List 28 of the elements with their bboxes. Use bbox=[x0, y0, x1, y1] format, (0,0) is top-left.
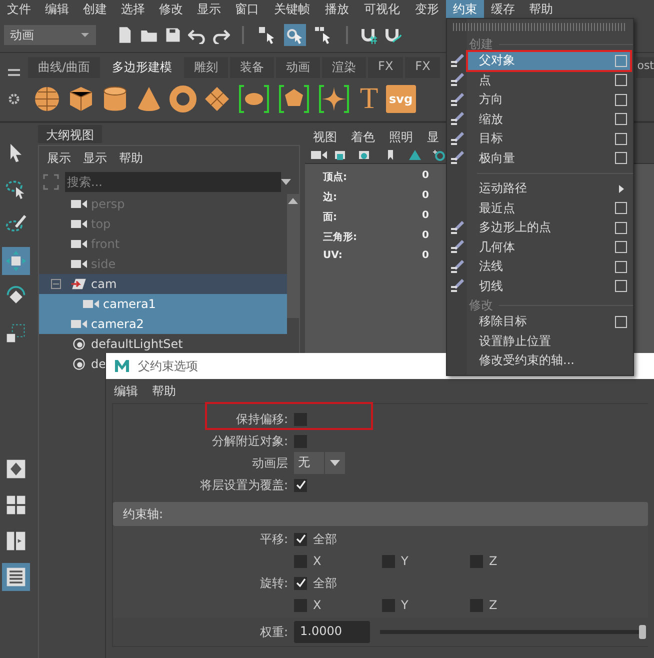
stat-value: 0 bbox=[421, 190, 429, 203]
field-label: 分解附近对象: bbox=[210, 432, 288, 450]
stat-value: 0 bbox=[421, 230, 429, 243]
checkbox-label: X bbox=[313, 554, 322, 568]
field-label: 保持偏移: bbox=[234, 410, 288, 428]
field-label: 平移: bbox=[258, 530, 288, 548]
stat-label: 边: bbox=[323, 190, 338, 204]
stat-label: 面: bbox=[323, 211, 338, 224]
checkbox-label: 全部 bbox=[313, 530, 337, 548]
checkbox-label: Y bbox=[401, 598, 408, 612]
field-label: 将层设置为覆盖: bbox=[198, 476, 288, 494]
dialog-title: 父约束选项 bbox=[138, 358, 198, 374]
stat-value: 0 bbox=[421, 170, 429, 183]
stat-value: 0 bbox=[421, 210, 429, 223]
stat-label: 顶点: bbox=[323, 170, 348, 184]
checkbox-label: Y bbox=[401, 554, 408, 568]
checkbox-label: X bbox=[313, 598, 322, 612]
section-heading: 修改 bbox=[469, 296, 493, 314]
stat-label: 三角形: bbox=[323, 230, 358, 244]
checkbox-label: 全部 bbox=[313, 574, 337, 592]
checkbox-label: Z bbox=[489, 598, 498, 612]
checkbox-label: Z bbox=[489, 554, 498, 568]
field-label: 动画层 bbox=[251, 454, 288, 472]
section-heading: 创建 bbox=[469, 36, 493, 52]
field-label: 权重: bbox=[258, 624, 288, 640]
field-label: 旋转: bbox=[258, 574, 288, 592]
stat-label: UV: bbox=[323, 250, 344, 261]
stat-value: 0 bbox=[421, 250, 429, 261]
